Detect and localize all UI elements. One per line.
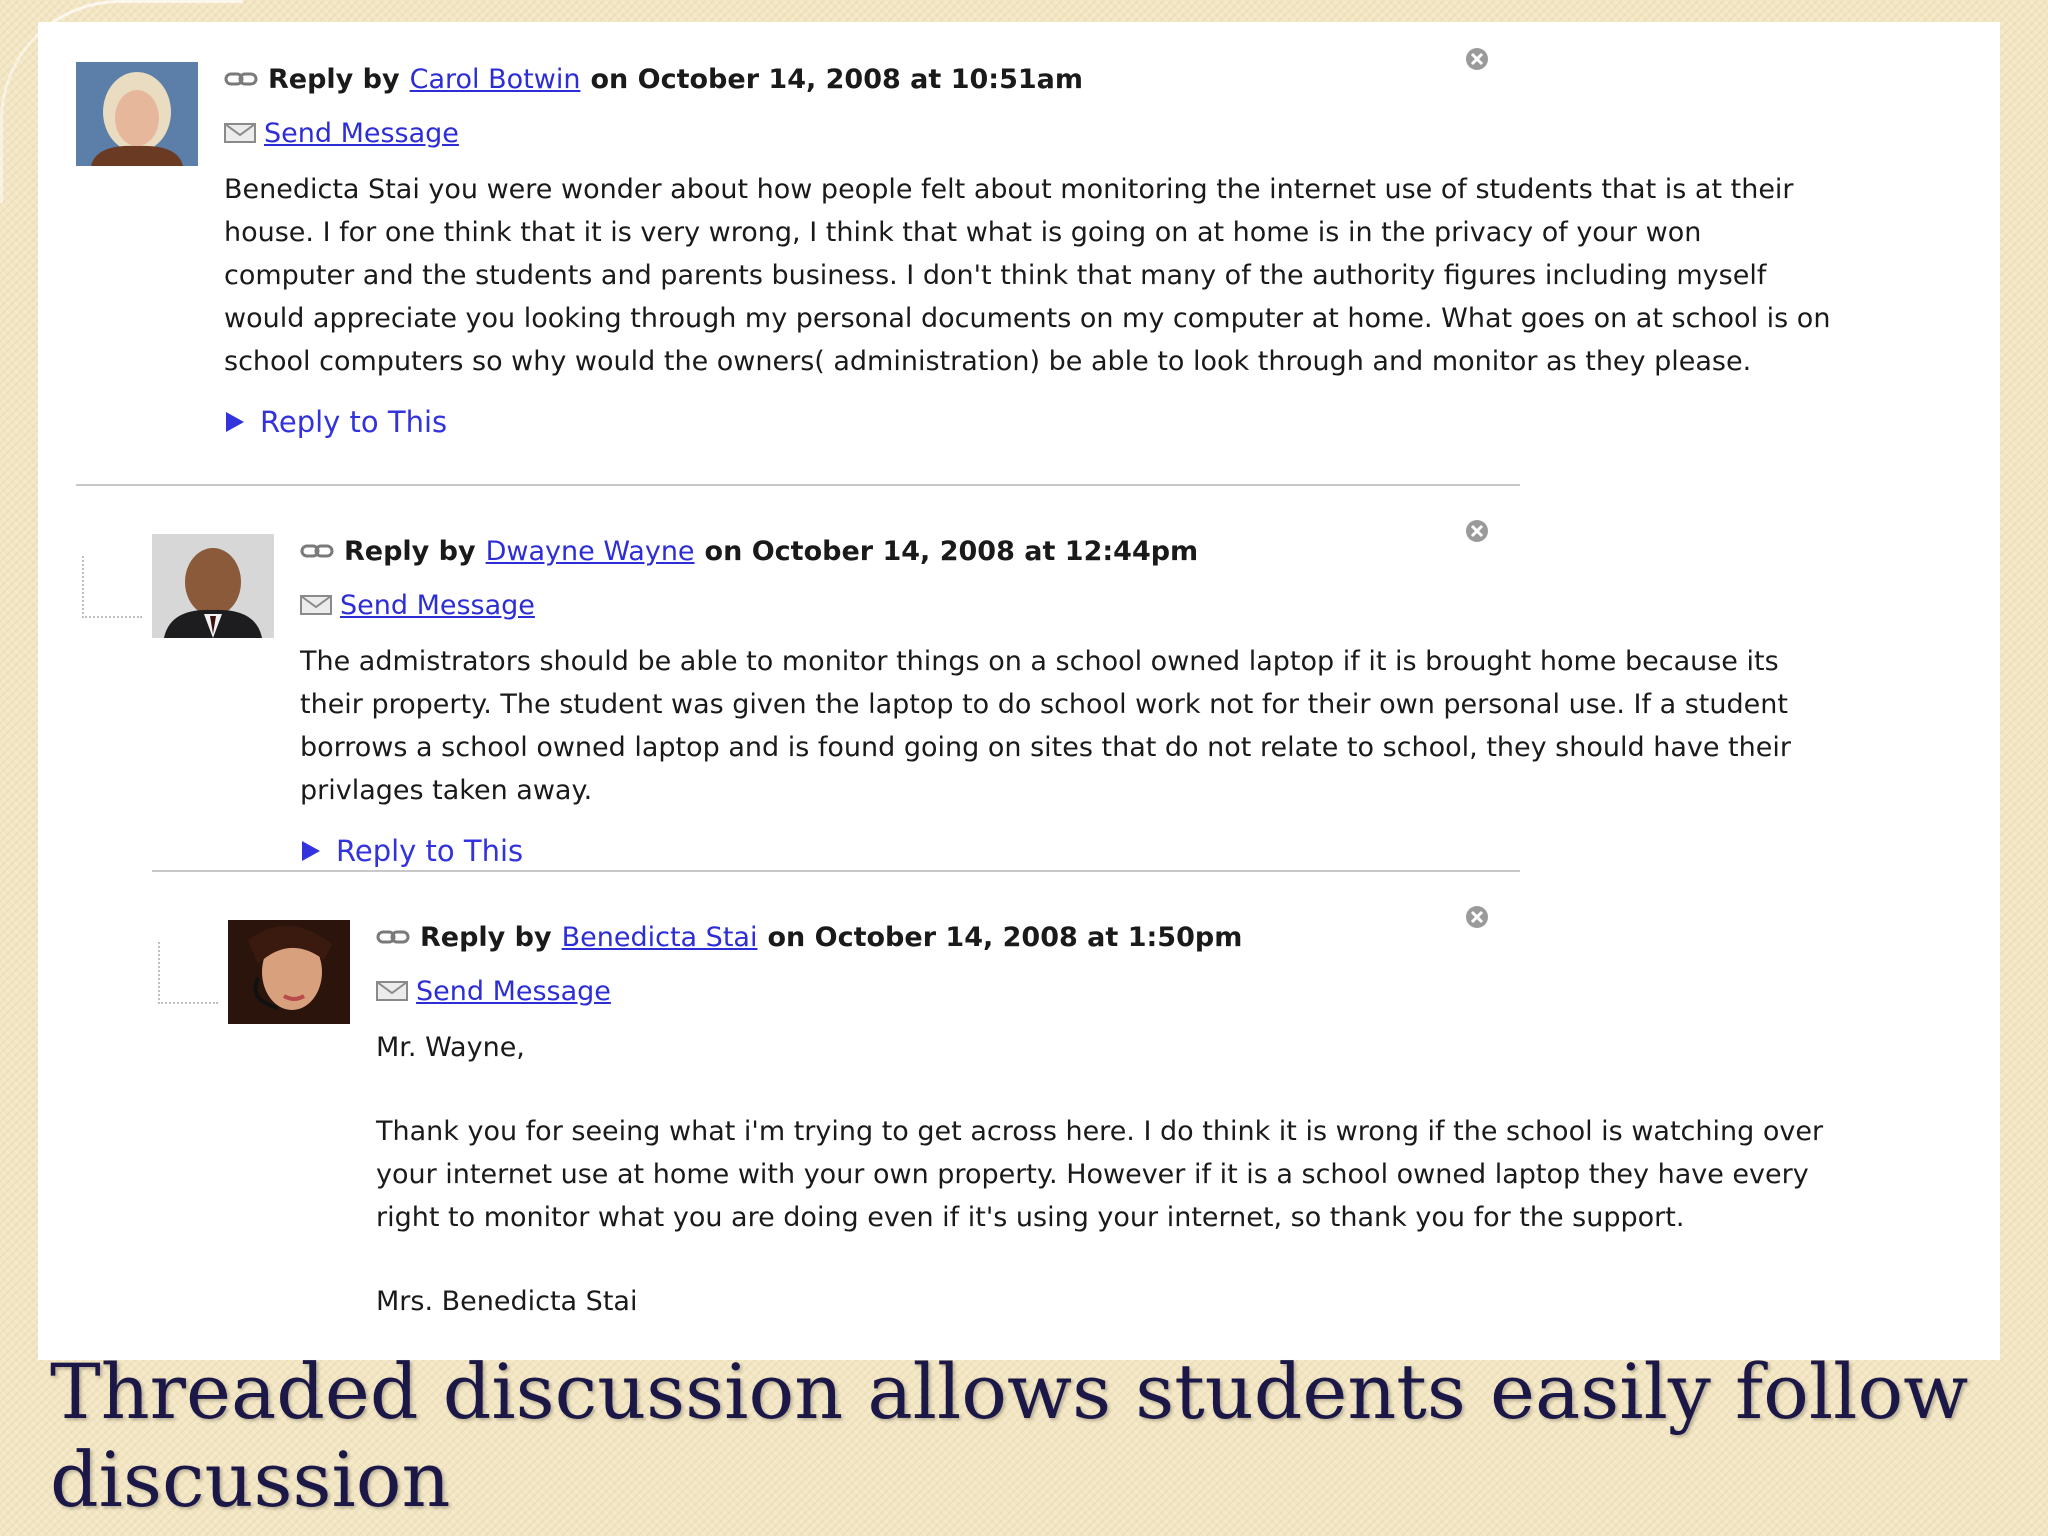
triangle-right-icon	[226, 412, 244, 432]
post-body: Mr. Wayne, Thank you for seeing what i'm…	[376, 1026, 1840, 1323]
thread-connector	[82, 556, 142, 618]
close-icon[interactable]	[1464, 46, 1490, 72]
slide-title: Threaded discussion allows students easi…	[50, 1347, 1969, 1524]
post-body: The admistrators should be able to monit…	[300, 640, 1840, 812]
post-paragraph: The admistrators should be able to monit…	[300, 646, 1791, 806]
reply-to-this-button[interactable]: Reply to This	[300, 834, 1840, 868]
triangle-right-icon	[302, 841, 320, 861]
discussion-screenshot: Reply by Carol Botwin on October 14, 200…	[38, 22, 2000, 1360]
link-icon[interactable]	[300, 542, 334, 560]
avatar-photo	[228, 920, 350, 1024]
close-icon[interactable]	[1464, 904, 1490, 930]
reply-by-label: Reply by	[344, 535, 476, 567]
post-content: Reply by Benedicta Stai on October 14, 2…	[376, 920, 1840, 1323]
link-icon[interactable]	[224, 70, 258, 88]
send-message-link[interactable]: Send Message	[416, 976, 611, 1007]
discussion-post: Reply by Benedicta Stai on October 14, 2…	[158, 900, 2000, 1360]
send-message-row: Send Message	[224, 116, 1840, 150]
post-date: on October 14, 2008 at 1:50pm	[767, 921, 1243, 953]
post-meta: Reply by Dwayne Wayne on October 14, 200…	[300, 534, 1840, 568]
reply-by-label: Reply by	[420, 921, 552, 953]
post-greeting: Mr. Wayne,	[376, 1032, 525, 1063]
send-message-row: Send Message	[376, 974, 1840, 1008]
avatar[interactable]	[228, 920, 350, 1024]
discussion-post: Reply by Dwayne Wayne on October 14, 200…	[82, 514, 2000, 894]
thread-connector	[158, 942, 218, 1004]
avatar-photo	[76, 62, 198, 166]
avatar-photo	[152, 534, 274, 638]
reply-to-this-button[interactable]: Reply to This	[224, 405, 1840, 439]
author-link[interactable]: Carol Botwin	[410, 64, 581, 95]
reply-by-label: Reply by	[268, 63, 400, 95]
post-meta: Reply by Carol Botwin on October 14, 200…	[224, 62, 1840, 96]
author-link[interactable]: Benedicta Stai	[562, 922, 758, 953]
reply-to-this-label: Reply to This	[260, 405, 448, 439]
avatar[interactable]	[152, 534, 274, 638]
post-divider	[152, 870, 1520, 872]
mail-icon	[300, 595, 332, 615]
discussion-post: Reply by Carol Botwin on October 14, 200…	[76, 42, 2000, 482]
post-paragraph: Thank you for seeing what i'm trying to …	[376, 1116, 1824, 1233]
send-message-row: Send Message	[300, 588, 1840, 622]
author-link[interactable]: Dwayne Wayne	[486, 536, 695, 567]
post-paragraph: Benedicta Stai you were wonder about how…	[224, 174, 1831, 377]
post-date: on October 14, 2008 at 12:44pm	[704, 535, 1199, 567]
mail-icon	[224, 123, 256, 143]
post-content: Reply by Dwayne Wayne on October 14, 200…	[300, 534, 1840, 868]
reply-to-this-label: Reply to This	[336, 834, 524, 868]
post-date: on October 14, 2008 at 10:51am	[590, 63, 1084, 95]
post-content: Reply by Carol Botwin on October 14, 200…	[224, 62, 1840, 439]
post-signature: Mrs. Benedicta Stai	[376, 1286, 638, 1317]
post-meta: Reply by Benedicta Stai on October 14, 2…	[376, 920, 1840, 954]
send-message-link[interactable]: Send Message	[264, 118, 459, 149]
post-body: Benedicta Stai you were wonder about how…	[224, 168, 1840, 383]
avatar[interactable]	[76, 62, 198, 166]
post-divider	[76, 484, 1520, 486]
send-message-link[interactable]: Send Message	[340, 590, 535, 621]
mail-icon	[376, 981, 408, 1001]
close-icon[interactable]	[1464, 518, 1490, 544]
link-icon[interactable]	[376, 928, 410, 946]
